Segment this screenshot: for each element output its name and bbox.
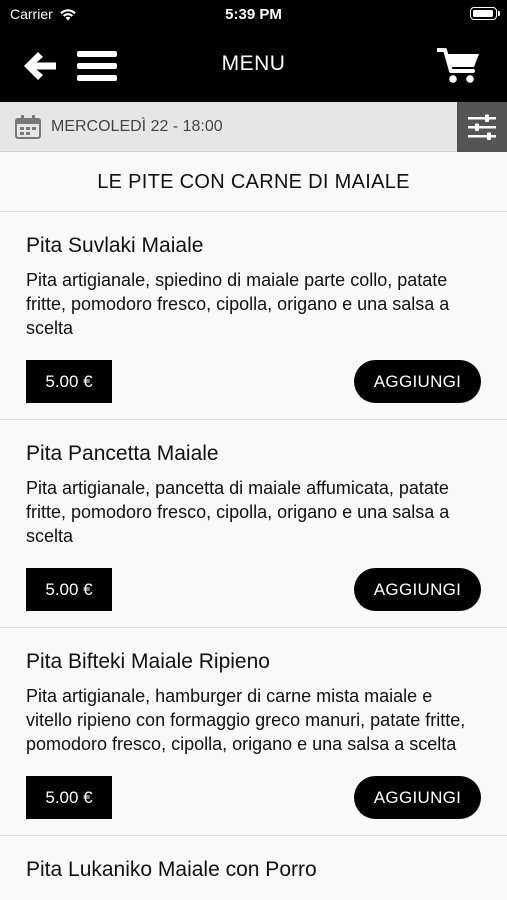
status-bar: Carrier 5:39 PM [0,0,507,30]
item-name: Pita Pancetta Maiale [26,442,219,465]
item-description: Pita artigianale, pancetta di maiale aff… [26,478,450,546]
item-description: Pita artigianale, spiedino di maiale par… [26,270,450,338]
add-button[interactable]: AGGIUNGI [354,360,481,403]
price-badge: 5.00 € [26,568,112,611]
calendar-icon [15,115,41,139]
item-description: Pita artigianale, hamburger di carne mis… [26,686,466,754]
page-title: MENU [221,52,286,75]
status-time: 5:39 PM [225,6,282,23]
cart-icon [437,48,479,83]
item-actions: 5.00 € AGGIUNGI [26,360,481,403]
item-name: Pita Bifteki Maiale Ripieno [26,650,270,673]
menu-item: Pita Lukaniko Maiale con Porro [0,836,507,900]
menu-item: Pita Suvlaki Maiale Pita artigianale, sp… [0,212,507,420]
menu-item: Pita Pancetta Maiale Pita artigianale, p… [0,420,507,628]
item-actions: 5.00 € AGGIUNGI [26,776,481,819]
add-button[interactable]: AGGIUNGI [354,776,481,819]
sliders-icon [468,114,496,140]
item-name: Pita Suvlaki Maiale [26,234,204,257]
date-bar: MERCOLEDÌ 22 - 18:00 [0,102,507,152]
menu-item: Pita Bifteki Maiale Ripieno Pita artigia… [0,628,507,836]
price-badge: 5.00 € [26,360,112,403]
menu-item-list: Pita Suvlaki Maiale Pita artigianale, sp… [0,212,507,900]
nav-bar: MENU [0,30,507,102]
price-badge: 5.00 € [26,776,112,819]
date-time-label[interactable]: MERCOLEDÌ 22 - 18:00 [51,118,223,136]
cart-button[interactable] [435,44,483,88]
category-title: LE PITE CON CARNE DI MAIALE [0,152,507,212]
item-actions: 5.00 € AGGIUNGI [26,568,481,611]
battery-icon [470,7,500,20]
add-button[interactable]: AGGIUNGI [354,568,481,611]
filter-button[interactable] [457,102,507,152]
item-name: Pita Lukaniko Maiale con Porro [26,858,317,881]
